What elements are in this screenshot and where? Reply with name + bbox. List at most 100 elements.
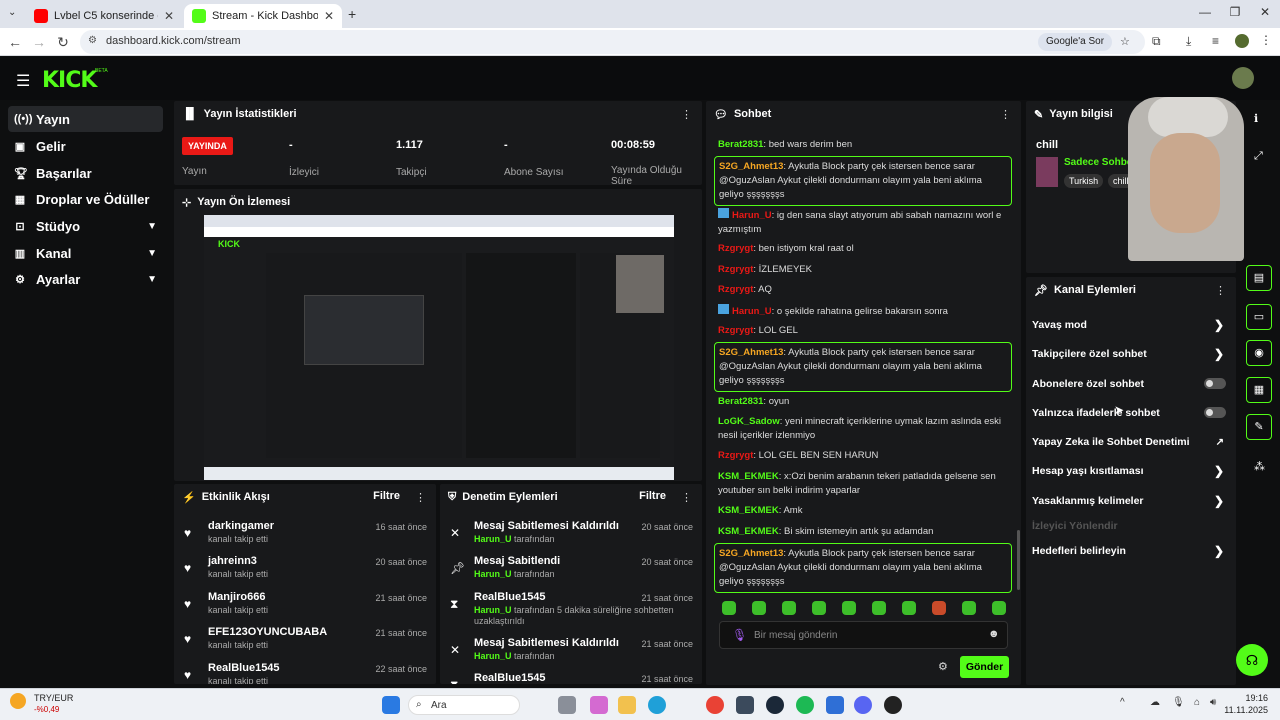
chrome-icon[interactable] (706, 696, 724, 714)
tab-kick-dashboard[interactable]: Stream - Kick Dashboard ✕ (184, 4, 342, 28)
close-icon[interactable]: ✕ (164, 9, 174, 23)
sidebar-item-droplar[interactable]: ▦ Droplar ve Ödüller (8, 186, 163, 212)
currency-pair[interactable]: TRY/EUR (34, 693, 73, 703)
event-user[interactable]: RealBlue1545 (208, 662, 280, 674)
menu-icon[interactable]: ⋮ (1260, 33, 1272, 47)
chat-username[interactable]: Rzgrygt (718, 450, 753, 461)
tab-youtube[interactable]: Lvbel C5 konserinde dinleyicile ✕ (26, 4, 182, 28)
chat-username[interactable]: LoGK_Sadow (718, 416, 780, 427)
site-info-icon[interactable]: ⚙ (88, 35, 97, 46)
cloud-icon[interactable]: ☁ (1150, 697, 1160, 708)
chat-username[interactable]: Berat2831 (718, 139, 763, 150)
action-title[interactable]: RealBlue1545 (474, 672, 546, 684)
emote-icon[interactable] (842, 601, 856, 615)
back-icon[interactable]: ← (6, 33, 24, 51)
microphone-icon[interactable]: 🎙︎ (732, 628, 747, 642)
chat-scrollbar[interactable] (1017, 530, 1020, 590)
edge-icon[interactable] (648, 696, 666, 714)
event-user[interactable]: Manjiro666 (208, 591, 265, 603)
action-title[interactable]: RealBlue1545 (474, 591, 546, 603)
hamburger-menu-icon[interactable]: ☰ (16, 71, 30, 91)
filter-button[interactable]: Filtre (639, 490, 666, 502)
wrench-icon[interactable]: ✎ (1246, 414, 1272, 440)
kick-logo[interactable]: KICK (42, 68, 97, 93)
action-ai-moderation[interactable]: Yapay Zeka ile Sohbet Denetimi ↗ (1032, 432, 1228, 452)
chat-settings-icon[interactable]: ⚙ (938, 660, 948, 673)
chat-username[interactable]: S2G_Ahmet13 (719, 161, 783, 172)
volume-icon[interactable]: 🔊︎ (1210, 697, 1216, 708)
app-icon[interactable] (736, 696, 754, 714)
emote-icon[interactable] (902, 601, 916, 615)
mod-user[interactable]: Harun_U (474, 605, 512, 615)
bookmark-star-icon[interactable]: ☆ (1120, 35, 1130, 48)
toggle-switch[interactable] (1204, 378, 1226, 389)
address-bar[interactable]: ⚙ dashboard.kick.com/stream Google'a Sor… (80, 30, 1145, 54)
more-options-icon[interactable]: ⋮ (681, 108, 692, 121)
maximize-icon[interactable]: ❐ (1220, 5, 1250, 23)
chat-input[interactable]: 🎙︎ Bir mesaj gönderin ☻ (719, 621, 1008, 649)
avatar[interactable] (1232, 67, 1254, 89)
spotify-icon[interactable] (796, 696, 814, 714)
file-explorer-icon[interactable] (618, 696, 636, 714)
discord-icon[interactable] (854, 696, 872, 714)
more-options-icon[interactable]: ⋮ (1215, 284, 1226, 297)
tab-list-icon[interactable]: ≡ (1212, 34, 1219, 48)
emote-icon[interactable] (992, 601, 1006, 615)
windows-start-icon[interactable] (382, 696, 400, 714)
category-name[interactable]: Sadece Sohbet (1064, 157, 1136, 168)
emote-icon[interactable] (962, 601, 976, 615)
more-options-icon[interactable]: ⋮ (415, 491, 426, 504)
sidebar-item-yayin[interactable]: ((•)) Yayın (8, 106, 163, 132)
chat-username[interactable]: KSM_EKMEK (718, 526, 779, 537)
chat-username[interactable]: KSM_EKMEK (718, 505, 779, 516)
chat-username[interactable]: Rzgrygt (718, 243, 753, 254)
apps-icon[interactable]: ⁂ (1254, 460, 1265, 473)
download-icon[interactable]: ⤓ (1186, 34, 1191, 49)
emoji-icon[interactable]: ☻ (988, 628, 1000, 640)
chat-username[interactable]: S2G_Ahmet13 (719, 548, 783, 559)
clock-date[interactable]: 11.11.2025 (1218, 705, 1268, 715)
shield-app-icon[interactable] (826, 696, 844, 714)
chat-username[interactable]: KSM_EKMEK (718, 471, 779, 482)
minimize-icon[interactable]: — (1190, 5, 1220, 23)
extensions-icon[interactable]: ⧉ (1152, 34, 1161, 49)
notes-icon[interactable]: ▤ (1246, 265, 1272, 291)
action-followers-only[interactable]: Takipçilere özel sohbet ❯ (1032, 344, 1228, 364)
chat-username[interactable]: Berat2831 (718, 396, 763, 407)
copilot-icon[interactable] (590, 696, 608, 714)
action-banned-words[interactable]: Yasaklanmış kelimeler ❯ (1032, 491, 1228, 511)
toggle-switch[interactable] (1204, 407, 1226, 418)
more-options-icon[interactable]: ⋮ (681, 491, 692, 504)
close-window-icon[interactable]: ✕ (1250, 5, 1280, 23)
emote-icon[interactable] (752, 601, 766, 615)
event-user[interactable]: EFE123OYUNCUBABA (208, 626, 327, 638)
obs-icon[interactable] (884, 696, 902, 714)
chat-username[interactable]: Rzgrygt (718, 264, 753, 275)
mod-user[interactable]: Harun_U (474, 569, 512, 579)
mod-user[interactable]: Harun_U (474, 534, 512, 544)
event-user[interactable]: darkingamer (208, 520, 274, 532)
emote-icon[interactable] (782, 601, 796, 615)
taskbar-search[interactable]: ⌕ Ara (408, 695, 520, 715)
chat-username[interactable]: Harun_U (732, 306, 772, 317)
more-options-icon[interactable]: ⋮ (1000, 108, 1011, 121)
emote-icon[interactable] (722, 601, 736, 615)
info-icon[interactable]: ℹ (1254, 112, 1258, 125)
event-user[interactable]: jahreinn3 (208, 555, 257, 567)
profile-icon[interactable] (1235, 34, 1249, 48)
emote-icon[interactable] (872, 601, 886, 615)
action-slow-mode[interactable]: Yavaş mod ❯ (1032, 315, 1228, 335)
network-icon[interactable]: ⌂ (1194, 697, 1200, 708)
users-icon[interactable]: ▦ (1246, 377, 1272, 403)
chat-username[interactable]: S2G_Ahmet13 (719, 347, 783, 358)
google-search-button[interactable]: Google'a Sor (1038, 33, 1113, 51)
steam-icon[interactable] (766, 696, 784, 714)
action-set-goals[interactable]: Hedefleri belirleyin ❯ (1032, 541, 1228, 561)
emote-icon[interactable] (932, 601, 946, 615)
chat-bubble-icon[interactable]: ▭ (1246, 304, 1272, 330)
reload-icon[interactable]: ↻ (54, 33, 72, 51)
support-button[interactable]: ☊ (1236, 644, 1268, 676)
chat-username[interactable]: Rzgrygt (718, 325, 753, 336)
chat-username[interactable]: Rzgrygt (718, 284, 753, 295)
new-tab-button[interactable]: + (348, 6, 356, 22)
